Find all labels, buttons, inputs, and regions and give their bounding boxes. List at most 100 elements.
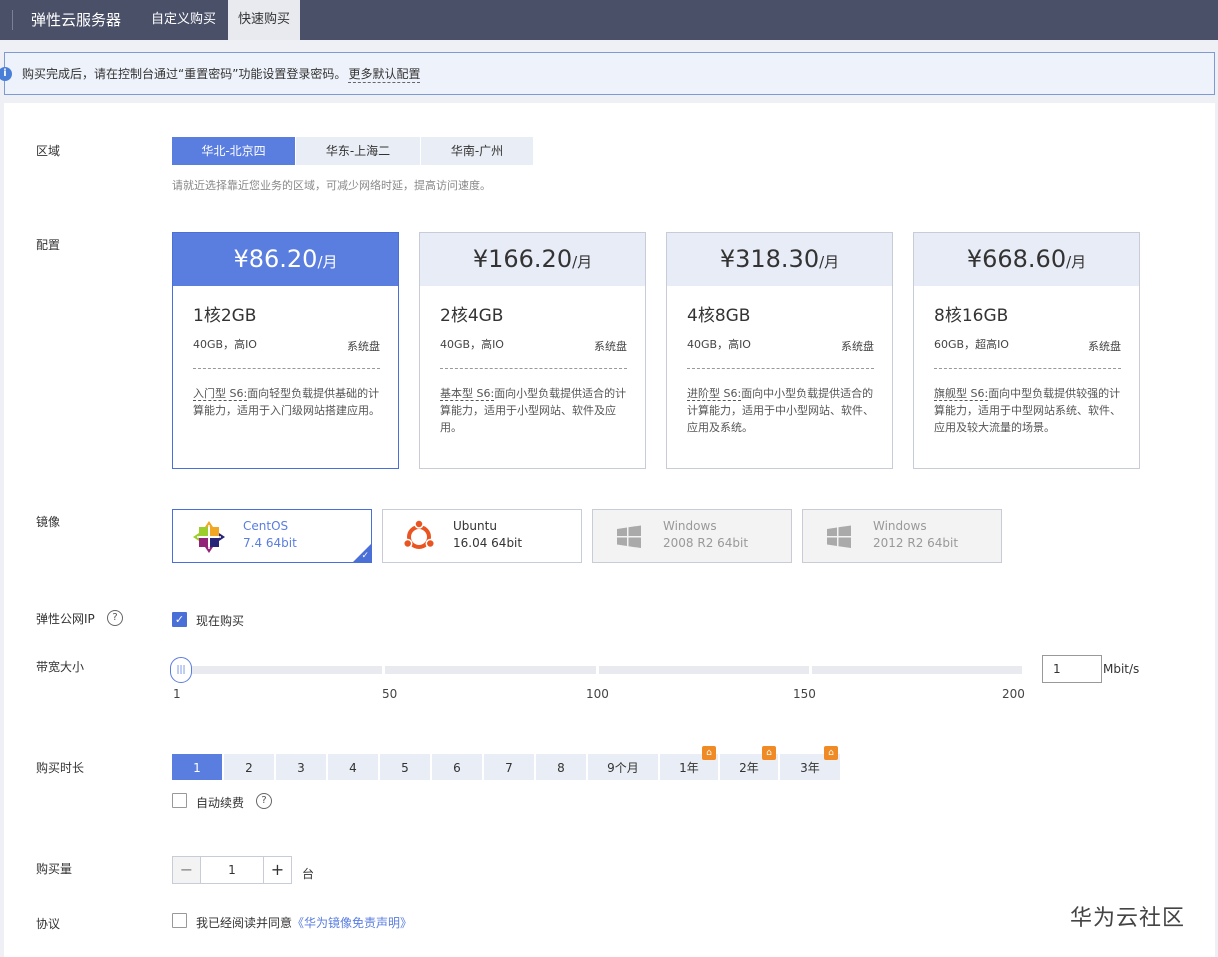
region-label: 区域 xyxy=(36,144,61,158)
region-hint: 请就近选择靠近您业务的区域，可减少网络时延，提高访问速度。 xyxy=(172,179,491,192)
bandwidth-slider-track[interactable] xyxy=(172,666,1022,674)
config-spec: 2核4GB xyxy=(440,306,504,326)
region-option-guangzhou[interactable]: 华南-广州 xyxy=(421,137,534,165)
price-value: ¥86.20 xyxy=(233,245,318,273)
image-name: CentOS xyxy=(243,519,289,533)
config-tier-tag: 入门型 S6: xyxy=(193,387,248,401)
region-selector: 华北-北京四 华东-上海二 华南-广州 xyxy=(172,137,534,165)
config-tier-tag: 进阶型 S6: xyxy=(687,387,742,401)
config-disk: 40GB，高IO xyxy=(440,338,504,351)
region-option-shanghai2[interactable]: 华东-上海二 xyxy=(296,137,421,165)
duration-option-9-months[interactable]: 9个月 xyxy=(588,754,658,780)
help-icon[interactable]: ? xyxy=(107,610,123,626)
config-disk-type: 系统盘 xyxy=(347,340,380,353)
top-nav-bar: 弹性云服务器 自定义购买 快速购买 xyxy=(0,0,1218,40)
config-price: ¥318.30/月 xyxy=(667,233,892,286)
config-disk-type: 系统盘 xyxy=(594,340,627,353)
config-description: 基本型 S6:面向小型负载提供适合的计算能力，适用于小型网站、软件及应用。 xyxy=(440,385,627,436)
duration-option-5[interactable]: 5 xyxy=(380,754,430,780)
config-disk: 40GB，高IO xyxy=(193,338,257,351)
card-divider xyxy=(440,368,627,369)
tab-quick-purchase[interactable]: 快速购买 xyxy=(228,0,301,40)
buy-eip-label: 现在购买 xyxy=(196,614,245,628)
bandwidth-label: 带宽大小 xyxy=(36,660,85,674)
discount-gift-icon: ⌂ xyxy=(702,746,716,760)
duration-option-2-years[interactable]: 2年 ⌂ xyxy=(720,746,778,780)
slider-segment xyxy=(811,666,1022,674)
discount-gift-icon: ⌂ xyxy=(824,746,838,760)
image-name: Ubuntu xyxy=(453,519,497,533)
duration-option-1-year[interactable]: 1年 ⌂ xyxy=(660,746,718,780)
image-label: 镜像 xyxy=(36,515,61,529)
duration-option-4[interactable]: 4 xyxy=(328,754,378,780)
config-tier-tag: 基本型 S6: xyxy=(440,387,495,401)
image-name: Windows xyxy=(663,519,717,533)
quantity-stepper: − 1 + xyxy=(172,856,292,884)
slider-tick: 1 xyxy=(173,687,181,701)
watermark: 华为云社区 xyxy=(1070,906,1186,931)
config-spec: 4核8GB xyxy=(687,306,751,326)
duration-option-label: 3年 xyxy=(800,761,820,775)
tab-custom-purchase[interactable]: 自定义购买 xyxy=(141,0,226,40)
config-description: 入门型 S6:面向轻型负载提供基础的计算能力，适用于入门级网站搭建应用。 xyxy=(193,385,380,419)
card-divider xyxy=(687,368,874,369)
slider-tick: 100 xyxy=(586,687,609,701)
more-default-config-link[interactable]: 更多默认配置 xyxy=(348,65,421,83)
app-title: 弹性云服务器 xyxy=(31,11,122,29)
help-icon[interactable]: ? xyxy=(256,793,272,809)
price-value: ¥166.20 xyxy=(472,245,573,273)
region-option-beijing4[interactable]: 华北-北京四 xyxy=(172,137,296,165)
duration-option-1[interactable]: 1 xyxy=(172,754,222,780)
price-value: ¥668.60 xyxy=(966,245,1067,273)
slider-tick: 200 xyxy=(1002,687,1025,701)
price-unit: /月 xyxy=(1066,253,1087,271)
image-option-centos[interactable]: CentOS 7.4 64bit ✓ xyxy=(172,509,372,563)
bandwidth-input[interactable]: 1 xyxy=(1042,655,1102,683)
duration-option-3-years[interactable]: 3年 ⌂ xyxy=(780,746,840,780)
quantity-label: 购买量 xyxy=(36,862,73,876)
duration-option-3[interactable]: 3 xyxy=(276,754,326,780)
config-tier-tag: 旗舰型 S6: xyxy=(934,387,989,401)
agreement-text: 我已经阅读并同意《华为镜像免责声明》 xyxy=(196,914,412,931)
duration-option-2[interactable]: 2 xyxy=(224,754,274,780)
bandwidth-unit: Mbit/s xyxy=(1103,662,1140,676)
config-description: 进阶型 S6:面向中小型负载提供适合的计算能力，适用于中小型网站、软件、应用及系… xyxy=(687,385,874,436)
bandwidth-slider-handle[interactable]: ||| xyxy=(170,657,192,683)
disclaimer-link[interactable]: 《华为镜像免责声明》 xyxy=(292,916,412,930)
slider-segment xyxy=(385,666,596,674)
config-card-8c16g[interactable]: ¥668.60/月 8核16GB 60GB，超高IO 系统盘 旗舰型 S6:面向… xyxy=(913,232,1140,469)
config-card-1c2g[interactable]: ¥86.20/月 1核2GB 40GB，高IO 系统盘 入门型 S6:面向轻型负… xyxy=(172,232,399,469)
config-card-4c8g[interactable]: ¥318.30/月 4核8GB 40GB，高IO 系统盘 进阶型 S6:面向中小… xyxy=(666,232,893,469)
price-unit: /月 xyxy=(819,253,840,271)
eip-label: 弹性公网IP xyxy=(36,612,95,626)
slider-tick: 150 xyxy=(793,687,816,701)
buy-eip-checkbox[interactable]: ✓ xyxy=(172,612,187,627)
price-unit: /月 xyxy=(572,253,593,271)
config-price: ¥86.20/月 xyxy=(173,233,398,286)
image-version: 2008 R2 64bit xyxy=(663,536,749,550)
config-price: ¥166.20/月 xyxy=(420,233,645,286)
config-card-2c4g[interactable]: ¥166.20/月 2核4GB 40GB，高IO 系统盘 基本型 S6:面向小型… xyxy=(419,232,646,469)
price-unit: /月 xyxy=(317,253,338,271)
quantity-unit: 台 xyxy=(302,867,315,881)
windows-logo-icon xyxy=(827,525,851,548)
image-option-windows-2012[interactable]: Windows 2012 R2 64bit xyxy=(802,509,1002,563)
duration-option-6[interactable]: 6 xyxy=(432,754,482,780)
duration-option-8[interactable]: 8 xyxy=(536,754,586,780)
agreement-label: 协议 xyxy=(36,917,61,931)
duration-option-label: 1年 xyxy=(679,761,699,775)
image-version: 16.04 64bit xyxy=(453,536,523,550)
config-description: 旗舰型 S6:面向中型负载提供较强的计算能力，适用于中型网站系统、软件、应用及较… xyxy=(934,385,1121,436)
auto-renew-checkbox[interactable] xyxy=(172,793,187,808)
quantity-input[interactable]: 1 xyxy=(200,857,264,883)
discount-gift-icon: ⌂ xyxy=(762,746,776,760)
duration-option-label: 2年 xyxy=(739,761,759,775)
agreement-checkbox[interactable] xyxy=(172,913,187,928)
purchase-form-panel: 区域 华北-北京四 华东-上海二 华南-广州 请就近选择靠近您业务的区域，可减少… xyxy=(4,103,1215,957)
increment-button[interactable]: + xyxy=(264,857,291,883)
decrement-button[interactable]: − xyxy=(173,857,200,883)
image-option-windows-2008[interactable]: Windows 2008 R2 64bit xyxy=(592,509,792,563)
info-banner: i 购买完成后，请在控制台通过“重置密码”功能设置登录密码。 更多默认配置 xyxy=(0,52,1215,95)
duration-option-7[interactable]: 7 xyxy=(484,754,534,780)
image-option-ubuntu[interactable]: Ubuntu 16.04 64bit xyxy=(382,509,582,563)
